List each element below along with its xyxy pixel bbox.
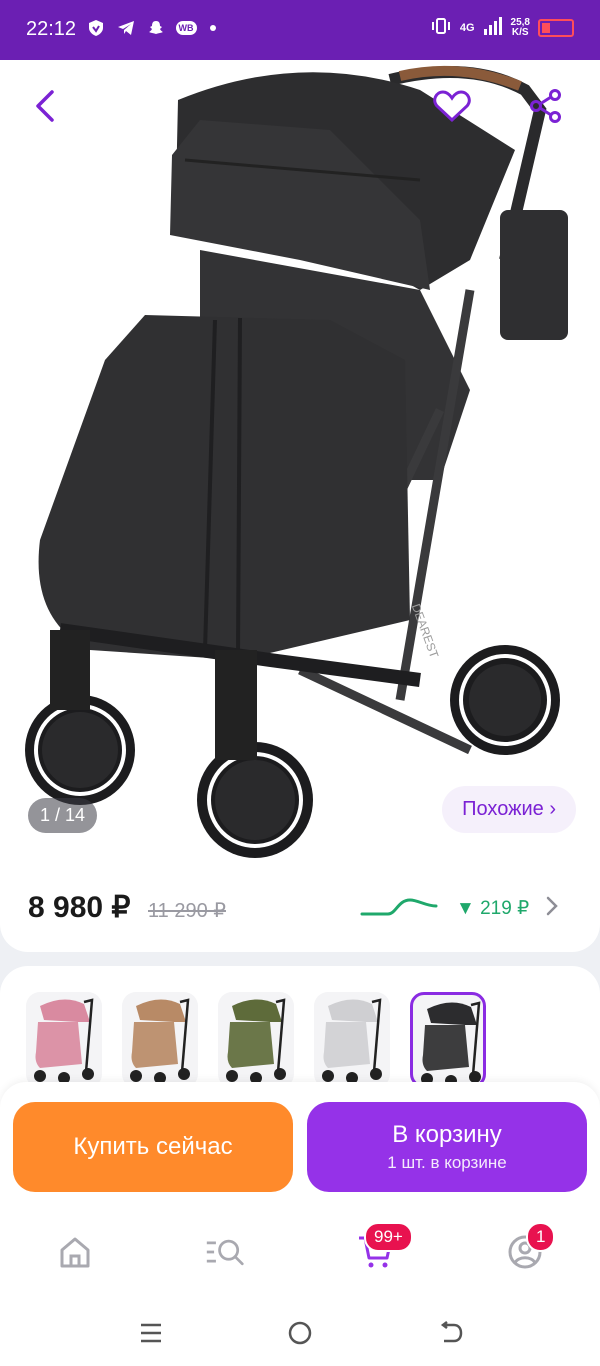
stroller-thumbnail: [421, 1001, 481, 1085]
chevron-left-icon: [36, 90, 54, 122]
add-to-cart-label: В корзину: [392, 1121, 502, 1148]
wheel-front-left: [25, 630, 135, 805]
in-cart-count: 1 шт. в корзине: [387, 1153, 507, 1172]
battery-icon: [538, 18, 574, 37]
catalog-search-icon: [206, 1239, 244, 1266]
notification-dot: [210, 25, 216, 31]
status-bar: 22:12 WB 4G 25,8 K/S: [0, 0, 600, 60]
color-variant-black[interactable]: [410, 992, 486, 1088]
stroller-thumbnail: [322, 998, 382, 1084]
back-arrow-icon: [440, 1321, 463, 1343]
color-variant-pink[interactable]: [26, 992, 102, 1088]
image-counter: 1 / 14: [28, 798, 98, 833]
menu-lines-icon: [141, 1323, 161, 1343]
home-system-button[interactable]: [285, 1318, 315, 1348]
buy-now-button[interactable]: Купить сейчас: [13, 1102, 293, 1192]
stroller-thumbnail: [226, 998, 286, 1084]
chevron-right-icon[interactable]: [542, 894, 562, 918]
net-speed-value: 25,8: [510, 16, 530, 28]
color-variant-olive[interactable]: [218, 992, 294, 1088]
wb-app-icon: WB: [175, 18, 197, 38]
bottom-navigation: 99+ 1: [0, 1206, 600, 1302]
back-button[interactable]: [26, 86, 66, 126]
product-image-stroller: DEAREST: [25, 65, 568, 858]
add-to-cart-button[interactable]: В корзину 1 шт. в корзине: [307, 1102, 587, 1192]
color-variant-beige[interactable]: [122, 992, 198, 1088]
telegram-icon: [116, 18, 136, 38]
old-price: 11 290 ₽: [148, 900, 226, 922]
price-drop: ▼ 219 ₽: [456, 898, 530, 919]
action-bar: Купить сейчас В корзину 1 шт. в корзине: [0, 1082, 600, 1206]
home-icon: [60, 1237, 90, 1268]
wheel-rear-right: [450, 645, 560, 755]
net-speed-unit: K/S: [511, 26, 529, 38]
wheel-front-right: [197, 650, 313, 858]
nav-catalog-search[interactable]: [205, 1232, 245, 1272]
recent-apps-button[interactable]: [136, 1318, 166, 1348]
color-variant-light-gray[interactable]: [314, 992, 390, 1088]
product-gallery[interactable]: DEAREST 1 / 14 Похожие ›: [0, 60, 600, 860]
favorite-button[interactable]: [432, 86, 472, 126]
current-price: 8 980 ₽: [28, 891, 131, 924]
heart-icon: [433, 90, 471, 123]
stroller-thumbnail: [34, 998, 94, 1084]
vibrate-icon: [430, 16, 452, 39]
signal-icon: [483, 17, 503, 38]
similar-products-button[interactable]: Похожие ›: [442, 786, 576, 833]
snapchat-icon: [146, 18, 166, 38]
price-card[interactable]: 8 980 ₽ 11 290 ₽ ▼ 219 ₽: [0, 860, 600, 952]
profile-badge: 1: [526, 1222, 556, 1252]
circle-icon: [288, 1321, 312, 1345]
battery-level: [542, 22, 550, 33]
vpn-shield-icon: [86, 18, 106, 38]
share-icon: [530, 89, 561, 123]
cart-badge: 99+: [364, 1222, 413, 1252]
share-button[interactable]: [526, 86, 566, 126]
network-type: 4G: [459, 21, 475, 34]
stroller-thumbnail: [130, 998, 190, 1084]
nav-home[interactable]: [55, 1232, 95, 1272]
status-time: 22:12: [26, 18, 77, 40]
system-back-button[interactable]: [436, 1318, 466, 1348]
system-navigation: [0, 1302, 600, 1366]
price-trend-icon: [360, 898, 438, 916]
